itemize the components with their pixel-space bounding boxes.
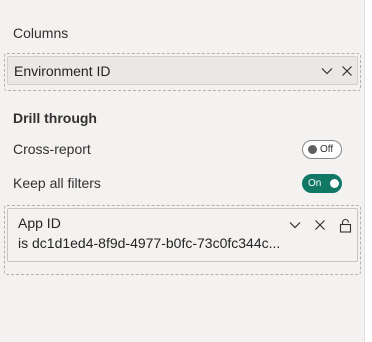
column-field-pill[interactable]: Environment ID bbox=[7, 56, 358, 85]
keep-all-filters-state: On bbox=[308, 178, 322, 189]
close-icon[interactable] bbox=[339, 63, 355, 79]
toggle-knob bbox=[330, 179, 339, 188]
filter-pane: Columns Environment ID Drill through Cro… bbox=[0, 0, 364, 342]
filter-card-title: App ID bbox=[18, 215, 61, 231]
cross-report-state: Off bbox=[320, 144, 334, 155]
chevron-down-icon[interactable] bbox=[319, 63, 335, 79]
drill-through-dropzone[interactable]: App ID is dc1d1ed4-8f9d-4977-b0fc-73c0fc… bbox=[4, 205, 361, 275]
filter-card-app-id[interactable]: App ID is dc1d1ed4-8f9d-4977-b0fc-73c0fc… bbox=[7, 208, 358, 262]
columns-label: Columns bbox=[13, 25, 69, 41]
pane-edge bbox=[364, 0, 372, 342]
cross-report-label: Cross-report bbox=[13, 141, 91, 157]
cross-report-toggle[interactable]: Off bbox=[302, 140, 342, 159]
column-field-label: Environment ID bbox=[14, 63, 111, 79]
chevron-down-icon[interactable] bbox=[287, 217, 303, 233]
toggle-knob bbox=[308, 145, 317, 154]
close-icon[interactable] bbox=[312, 217, 328, 233]
columns-dropzone[interactable]: Environment ID bbox=[4, 53, 361, 91]
keep-all-filters-label: Keep all filters bbox=[13, 175, 101, 191]
keep-all-filters-toggle[interactable]: On bbox=[302, 174, 342, 193]
lock-icon[interactable] bbox=[337, 217, 353, 233]
filter-card-value: is dc1d1ed4-8f9d-4977-b0fc-73c0fc344c... bbox=[18, 235, 281, 251]
drill-through-heading: Drill through bbox=[13, 110, 97, 126]
